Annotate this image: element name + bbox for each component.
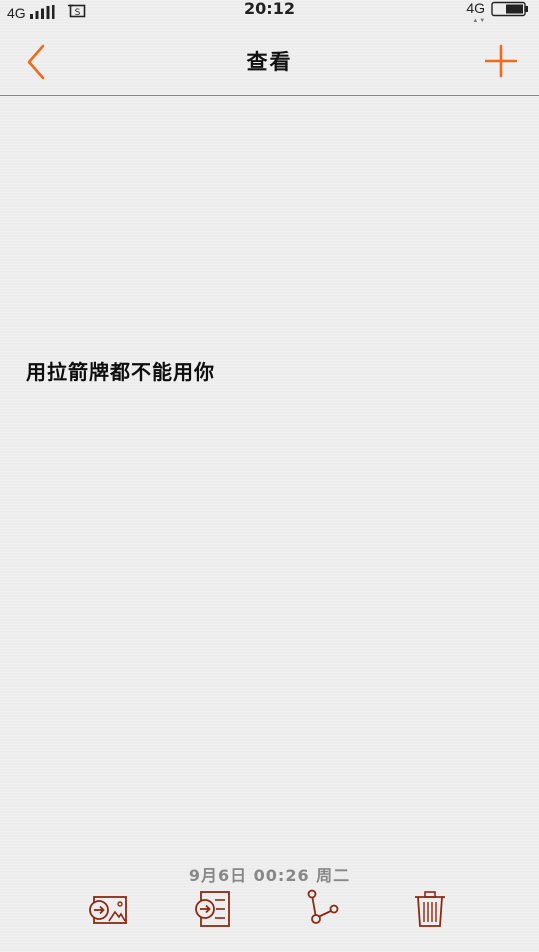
nav-bar: 查看 [0,22,539,96]
export-text-button[interactable] [192,888,236,932]
export-text-icon [195,891,230,927]
note-content[interactable]: 用拉箭牌都不能用你 [26,356,215,385]
bottom-toolbar [0,888,539,934]
status-bar: 4G S 20:12 4G ▲▼ [0,0,539,24]
export-image-icon [89,896,127,924]
share-button[interactable] [302,888,346,932]
status-right: 4G ▲▼ [466,0,529,24]
note-timestamp: 9月6日 00:26 周二 [188,866,351,885]
export-image-button[interactable] [86,888,130,932]
trash-icon [415,891,445,927]
network-type-right-label: 4G ▲▼ [466,0,485,24]
share-icon [307,889,339,924]
page-title: 查看 [246,50,293,74]
add-note-button[interactable] [484,44,518,78]
battery-icon [491,1,529,21]
status-time: 20:12 [244,0,295,18]
delete-button[interactable] [408,888,452,932]
plus-icon [484,44,518,78]
